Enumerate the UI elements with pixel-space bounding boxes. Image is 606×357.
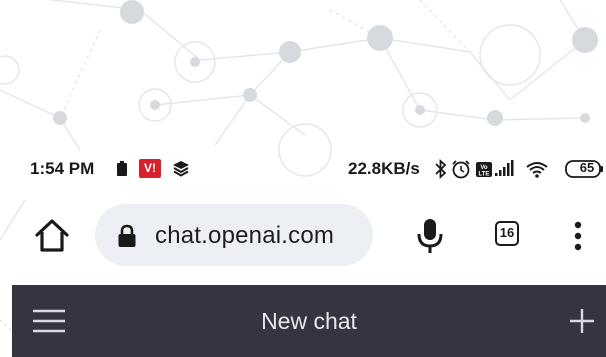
battery-level: 65 — [579, 160, 595, 175]
wifi-icon — [526, 162, 548, 178]
chat-header: New chat — [12, 285, 606, 357]
status-bar: 1:54 PM V! 22.8KB/s Vo LTE 65 — [0, 150, 606, 188]
browser-toolbar: chat.openai.com 16 — [0, 200, 606, 276]
more-vert-icon[interactable] — [568, 216, 588, 256]
microphone-icon[interactable] — [414, 216, 446, 256]
status-time: 1:54 PM — [30, 159, 95, 178]
alarm-icon — [452, 160, 470, 179]
signal-icon — [495, 160, 514, 176]
chat-title: New chat — [261, 308, 357, 334]
plus-icon[interactable] — [568, 307, 596, 335]
svg-text:LTE: LTE — [479, 172, 490, 178]
address-bar[interactable]: chat.openai.com — [95, 204, 373, 266]
layers-icon — [173, 161, 189, 177]
home-icon[interactable] — [32, 216, 72, 256]
svg-text:Vo: Vo — [480, 165, 488, 171]
url-text: chat.openai.com — [155, 222, 335, 249]
battery-saver-icon — [117, 161, 127, 176]
tab-count: 16 — [499, 225, 515, 240]
lock-icon — [118, 224, 136, 247]
network-speed: 22.8KB/s — [348, 159, 420, 178]
bluetooth-icon — [435, 158, 447, 180]
vi-carrier-icon: V! — [139, 159, 161, 178]
volte-icon: Vo LTE — [476, 162, 492, 178]
tabs-switcher-button[interactable]: 16 — [495, 221, 519, 246]
